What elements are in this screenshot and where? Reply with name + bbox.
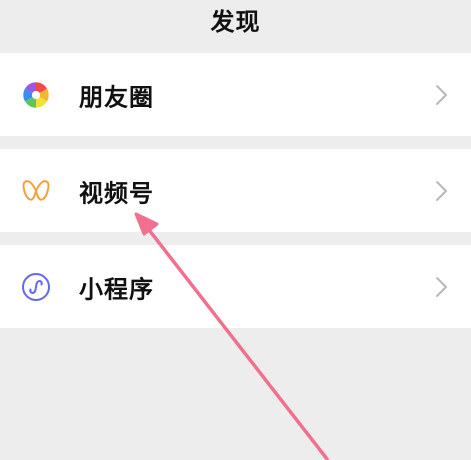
list-item-mini-program[interactable]: 小程序 [0,245,471,328]
header: 发现 [0,0,471,52]
list-item-label: 小程序 [79,275,154,303]
chevron-right-icon [435,276,449,298]
list-item-label: 朋友圈 [79,83,154,111]
list-item-moments[interactable]: 朋友圈 [0,53,471,136]
chevron-right-icon [435,84,449,106]
moments-icon [20,79,52,111]
channels-icon [20,175,52,207]
chevron-right-icon [435,180,449,202]
list-item-channels[interactable]: 视频号 [0,149,471,232]
page-title: 发现 [210,8,261,36]
discover-page: 发现 朋友圈 视频号 小程序 [0,0,471,460]
mini-program-icon [20,271,52,303]
list-item-label: 视频号 [79,179,154,207]
